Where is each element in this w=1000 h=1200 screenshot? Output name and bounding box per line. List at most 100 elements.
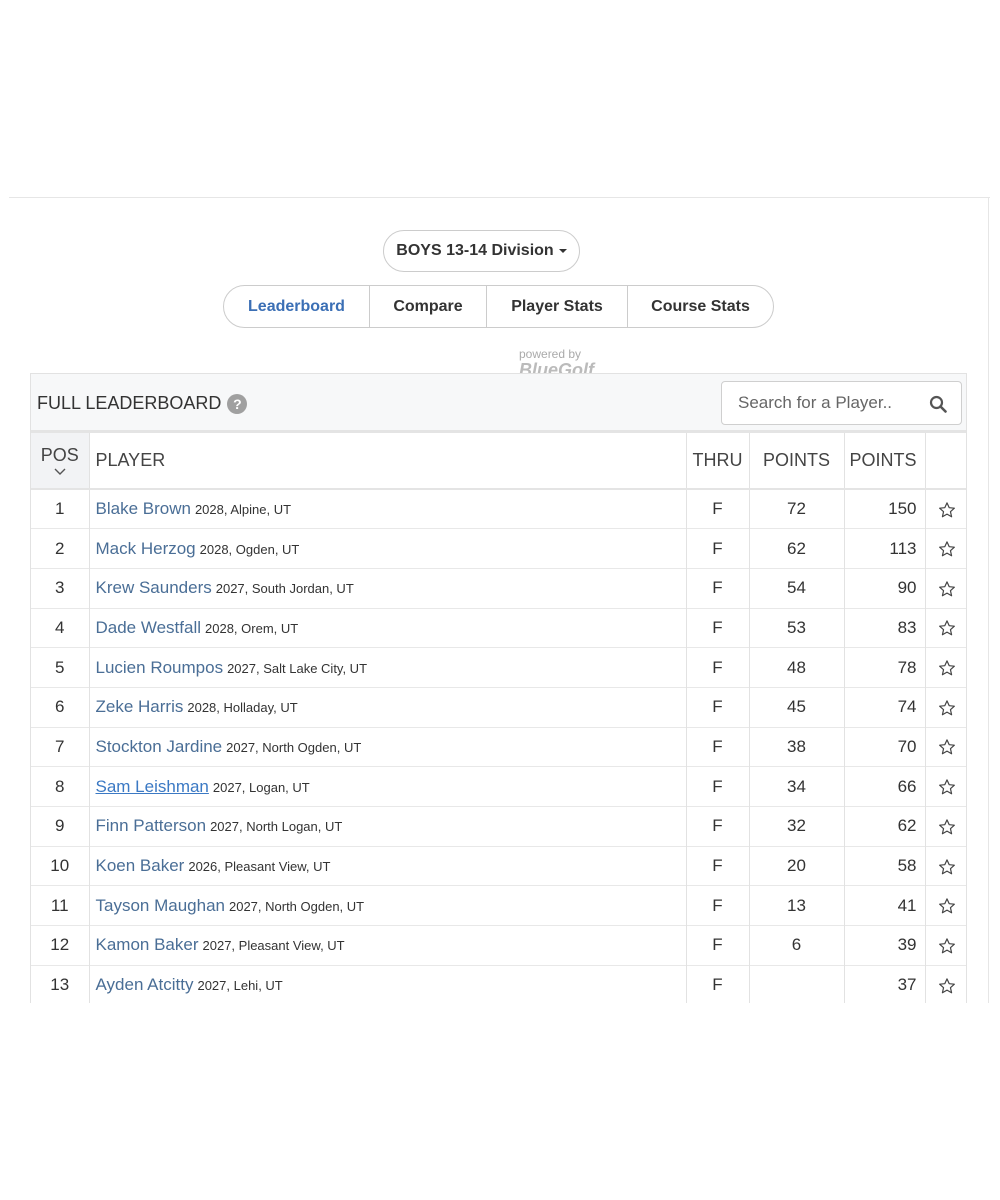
player-name-link[interactable]: Blake Brown xyxy=(96,499,191,518)
column-header-pos[interactable]: POS xyxy=(31,433,90,489)
position-cell: 5 xyxy=(31,647,90,688)
points-cell: 20 xyxy=(749,846,845,886)
player-cell: Blake Brown 2028, Alpine, UT xyxy=(89,489,687,529)
player-name-link[interactable]: Finn Patterson xyxy=(96,816,207,835)
player-name-link[interactable]: Stockton Jardine xyxy=(96,737,223,756)
favorite-cell xyxy=(925,648,966,688)
help-icon[interactable]: ? xyxy=(227,393,248,414)
points-cell: 6 xyxy=(749,925,845,966)
column-header-thru[interactable]: THRU xyxy=(686,433,750,489)
table-row[interactable]: 2 Mack Herzog 2028, Ogden, UT F 62 113 xyxy=(31,528,966,569)
column-header-points[interactable]: POINTS xyxy=(749,433,845,489)
total-points-cell: 150 xyxy=(844,489,926,529)
player-meta: 2028, Alpine, UT xyxy=(194,502,292,518)
thru-cell: F xyxy=(686,647,750,688)
position-cell: 7 xyxy=(31,727,90,767)
star-icon[interactable] xyxy=(938,818,956,836)
star-icon[interactable] xyxy=(938,937,956,955)
table-row[interactable]: 8 Sam Leishman 2027, Logan, UT F 34 66 xyxy=(31,766,966,807)
thru-cell: F xyxy=(686,925,750,966)
favorite-cell xyxy=(925,807,966,847)
total-points-cell: 70 xyxy=(844,727,926,767)
table-row[interactable]: 10 Koen Baker 2026, Pleasant View, UT F 20 58 xyxy=(31,846,966,886)
total-points-cell: 78 xyxy=(844,647,926,688)
total-points-cell: 58 xyxy=(844,846,926,886)
player-cell: Koen Baker 2026, Pleasant View, UT xyxy=(89,846,687,886)
position-cell: 13 xyxy=(31,965,90,1003)
points-cell: 48 xyxy=(749,647,845,688)
player-name-link[interactable]: Mack Herzog xyxy=(96,539,196,558)
search-input[interactable] xyxy=(738,393,928,413)
tab-course-stats[interactable]: Course Stats xyxy=(628,286,773,327)
table-row[interactable]: 13 Ayden Atcitty 2027, Lehi, UT F 37 xyxy=(31,965,966,1003)
favorite-cell xyxy=(925,926,966,966)
star-icon[interactable] xyxy=(938,659,956,677)
leaderboard-rows: 1 Blake Brown 2028, Alpine, UT F 72 150 2 Mack … xyxy=(31,489,966,1003)
column-header-player[interactable]: PLAYER xyxy=(89,433,687,489)
player-name-link[interactable]: Krew Saunders xyxy=(96,578,212,597)
powered-by-text: powered by xyxy=(519,347,582,361)
favorite-cell xyxy=(925,568,966,608)
table-row[interactable]: 7 Stockton Jardine 2027, North Ogden, UT F 3… xyxy=(31,727,966,767)
tab-leaderboard[interactable]: Leaderboard xyxy=(224,286,370,327)
division-label: BOYS 13-14 Division xyxy=(396,242,554,259)
thru-cell: F xyxy=(686,846,750,886)
points-cell: 72 xyxy=(749,489,845,529)
star-icon[interactable] xyxy=(938,778,956,796)
points-cell: 53 xyxy=(749,608,845,648)
thru-cell: F xyxy=(686,806,750,847)
position-cell: 10 xyxy=(31,846,90,886)
star-icon[interactable] xyxy=(938,738,956,756)
star-icon[interactable] xyxy=(938,858,956,876)
star-icon[interactable] xyxy=(938,619,956,637)
division-dropdown[interactable]: BOYS 13-14 Division xyxy=(383,230,580,272)
column-header-favorite xyxy=(925,433,966,489)
player-meta: 2027, South Jordan, UT xyxy=(215,581,354,597)
player-name-link[interactable]: Zeke Harris xyxy=(96,697,184,716)
star-icon[interactable] xyxy=(938,977,956,995)
star-icon[interactable] xyxy=(938,501,956,519)
player-name-link[interactable]: Tayson Maughan xyxy=(96,896,225,915)
player-cell: Dade Westfall 2028, Orem, UT xyxy=(89,608,687,648)
leaderboard-table: POS PLAYER THRU POINTS POINTS 1 Blake Bro… xyxy=(31,433,966,1003)
position-cell: 4 xyxy=(31,608,90,648)
table-row[interactable]: 1 Blake Brown 2028, Alpine, UT F 72 150 xyxy=(31,489,966,529)
points-cell xyxy=(749,965,845,1003)
player-name-link[interactable]: Lucien Roumpos xyxy=(96,658,224,677)
player-cell: Finn Patterson 2027, North Logan, UT xyxy=(89,806,687,847)
table-row[interactable]: 6 Zeke Harris 2028, Holladay, UT F 45 74 xyxy=(31,687,966,728)
player-name-link[interactable]: Koen Baker xyxy=(96,856,185,875)
search-icon[interactable] xyxy=(929,395,947,413)
player-name-link[interactable]: Dade Westfall xyxy=(96,618,202,637)
total-points-cell: 66 xyxy=(844,766,926,807)
thru-cell: F xyxy=(686,727,750,767)
table-row[interactable]: 11 Tayson Maughan 2027, North Ogden, UT F 13… xyxy=(31,885,966,926)
player-meta: 2027, Salt Lake City, UT xyxy=(227,660,368,676)
table-row[interactable]: 9 Finn Patterson 2027, North Logan, UT F 32 6… xyxy=(31,806,966,847)
player-name-link[interactable]: Sam Leishman xyxy=(96,777,209,796)
view-tabs: Leaderboard Compare Player Stats Course … xyxy=(223,285,774,328)
powered-by-bluegolf[interactable]: powered by BlueGolf xyxy=(519,347,629,374)
table-row[interactable]: 3 Krew Saunders 2027, South Jordan, UT F 54 9… xyxy=(31,568,966,609)
star-icon[interactable] xyxy=(938,699,956,717)
player-meta: 2027, Lehi, UT xyxy=(197,978,283,994)
leaderboard-title-group: FULL LEADERBOARD ? xyxy=(37,393,248,414)
table-row[interactable]: 12 Kamon Baker 2027, Pleasant View, UT F 6 39 xyxy=(31,925,966,966)
star-icon[interactable] xyxy=(938,540,956,558)
table-row[interactable]: 5 Lucien Roumpos 2027, Salt Lake City, UT F… xyxy=(31,647,966,688)
table-row[interactable]: 4 Dade Westfall 2028, Orem, UT F 53 83 xyxy=(31,608,966,648)
points-cell: 13 xyxy=(749,885,845,926)
player-meta: 2027, Logan, UT xyxy=(212,779,310,795)
player-name-link[interactable]: Ayden Atcitty xyxy=(96,975,194,994)
column-header-total-points[interactable]: POINTS xyxy=(844,433,926,489)
tab-compare[interactable]: Compare xyxy=(370,286,487,327)
star-icon[interactable] xyxy=(938,897,956,915)
tab-player-stats[interactable]: Player Stats xyxy=(487,286,628,327)
position-cell: 12 xyxy=(31,925,90,966)
total-points-cell: 39 xyxy=(844,925,926,966)
player-name-link[interactable]: Kamon Baker xyxy=(96,935,199,954)
leaderboard-panel: FULL LEADERBOARD ? POS PLAYER xyxy=(30,373,967,1003)
star-icon[interactable] xyxy=(938,580,956,598)
player-cell: Krew Saunders 2027, South Jordan, UT xyxy=(89,568,687,609)
thru-cell: F xyxy=(686,687,750,728)
